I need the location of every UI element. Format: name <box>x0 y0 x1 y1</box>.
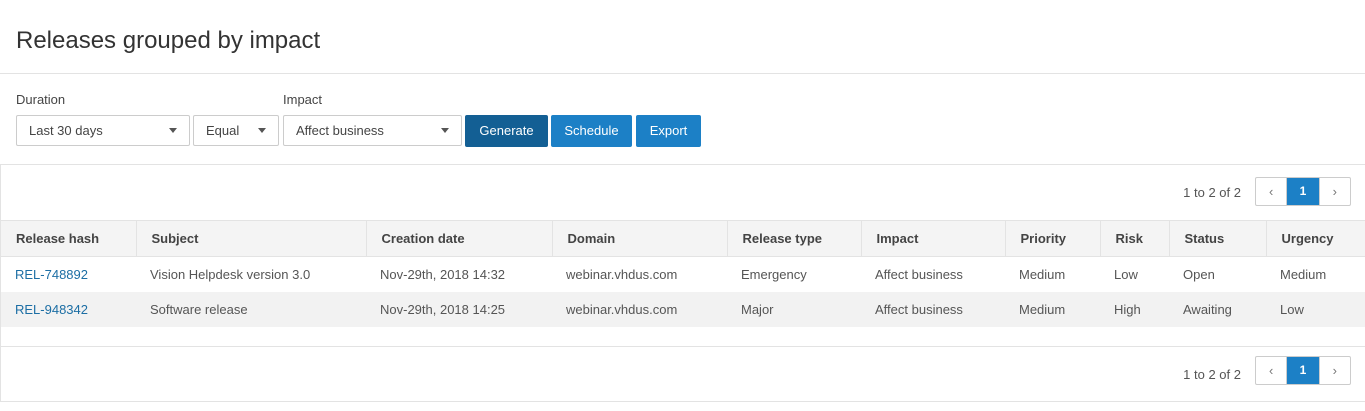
top-pagination: 1 to 2 of 2 ‹ 1 › <box>1 165 1365 220</box>
column-header[interactable]: Status <box>1169 220 1267 257</box>
export-button[interactable]: Export <box>636 115 701 147</box>
page-button-current[interactable]: 1 <box>1287 357 1319 384</box>
operator-select-value: Equal <box>206 123 240 138</box>
table-cell: Affect business <box>875 266 963 282</box>
table-cell: REL-948342 <box>1 291 136 327</box>
column-header[interactable]: Risk <box>1100 220 1170 257</box>
table-cell: Software release <box>136 291 366 327</box>
chevron-left-icon[interactable]: ‹ <box>1256 178 1288 205</box>
column-header[interactable]: Impact <box>861 220 1006 257</box>
chevron-left-icon[interactable]: ‹ <box>1256 357 1288 384</box>
table-cell: Medium <box>1005 291 1100 327</box>
chevron-right-icon[interactable]: › <box>1318 357 1350 384</box>
pager: ‹ 1 › <box>1255 356 1351 385</box>
chevron-down-icon <box>258 128 266 133</box>
impact-select[interactable]: Affect business <box>283 115 462 146</box>
chevron-down-icon <box>169 128 177 133</box>
schedule-button[interactable]: Schedule <box>551 115 632 147</box>
page-header: Releases grouped by impact <box>0 0 1365 74</box>
column-header[interactable]: Subject <box>136 220 367 257</box>
impact-label: Impact <box>283 92 323 107</box>
chevron-right-icon[interactable]: › <box>1318 178 1350 205</box>
chevron-down-icon <box>441 128 449 133</box>
column-header[interactable]: Urgency <box>1266 220 1365 257</box>
column-header[interactable]: Priority <box>1005 220 1101 257</box>
releases-table: Release hash Subject Creation date Domai… <box>1 220 1365 327</box>
pagination-summary: 1 to 2 of 2 <box>1183 185 1241 200</box>
table-cell: Awaiting <box>1169 291 1266 327</box>
column-header[interactable]: Creation date <box>366 220 553 257</box>
table-cell: webinar.vhdus.com <box>552 291 727 327</box>
table-header-row: Release hash Subject Creation date Domai… <box>1 220 1365 257</box>
table-cell: Major <box>727 291 861 327</box>
table-cell: High <box>1100 291 1169 327</box>
page-button-current[interactable]: 1 <box>1287 178 1319 205</box>
column-header[interactable]: Domain <box>552 220 728 257</box>
table-cell: Affect business <box>861 291 1005 327</box>
results-panel: 1 to 2 of 2 ‹ 1 › Release hash Subject C… <box>0 164 1365 402</box>
operator-select[interactable]: Equal <box>193 115 279 146</box>
pager: ‹ 1 › <box>1255 177 1351 206</box>
table-cell: Low <box>1114 266 1138 282</box>
table-cell: Low <box>1266 291 1365 327</box>
table-cell: Vision Helpdesk version 3.0 <box>150 266 311 282</box>
filter-bar: Duration Last 30 days Equal Impact Affec… <box>0 74 1365 164</box>
page-title: Releases grouped by impact <box>16 27 321 54</box>
table-cell: REL-748892 <box>1 257 136 292</box>
release-hash-link[interactable]: REL-948342 <box>15 302 88 317</box>
table-cell: Nov-29th, 2018 14:25 <box>366 291 552 327</box>
impact-select-value: Affect business <box>296 123 384 138</box>
table-cell: Open <box>1183 266 1215 282</box>
column-header[interactable]: Release hash <box>1 220 137 257</box>
duration-select-value: Last 30 days <box>29 123 103 138</box>
table-cell: Medium <box>1019 266 1066 282</box>
generate-button[interactable]: Generate <box>465 115 548 147</box>
duration-label: Duration <box>16 92 66 107</box>
release-hash-link[interactable]: REL-748892 <box>15 267 88 282</box>
duration-select[interactable]: Last 30 days <box>16 115 190 146</box>
table-cell: Emergency <box>741 266 807 282</box>
bottom-pagination: 1 to 2 of 2 ‹ 1 › <box>1 346 1365 401</box>
table-cell: Nov-29th, 2018 14:32 <box>380 266 506 282</box>
pagination-summary: 1 to 2 of 2 <box>1183 367 1241 382</box>
table-cell: webinar.vhdus.com <box>566 266 678 282</box>
column-header[interactable]: Release type <box>727 220 862 257</box>
table-row: REL-948342 Software release Nov-29th, 20… <box>1 291 1365 327</box>
table-row: REL-748892 Vision Helpdesk version 3.0 N… <box>1 257 1365 292</box>
table-cell: Medium <box>1280 266 1327 282</box>
